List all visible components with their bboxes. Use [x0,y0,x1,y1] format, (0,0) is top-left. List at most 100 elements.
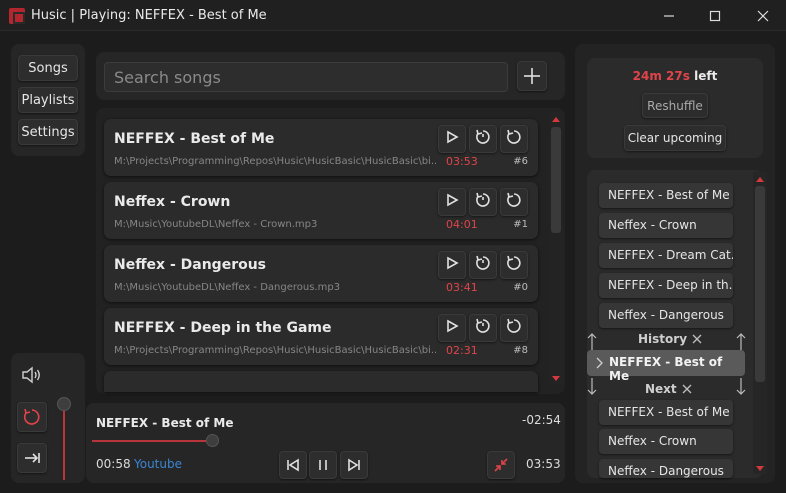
song-title: Neffex - Crown [114,194,231,210]
replay-once-icon [474,191,492,213]
queue-history-item[interactable]: NEFFEX - Dream Cat... [599,243,733,268]
clear-next-icon[interactable] [681,383,693,395]
skip-forward-icon [348,458,360,472]
previous-button[interactable] [279,451,307,479]
song-card-partial[interactable] [104,371,538,392]
play-icon [445,193,459,211]
loop-icon [505,254,523,276]
time-left-label: 24m 27s left [587,69,763,83]
queue-history-item[interactable]: NEFFEX - Best of Me [599,183,733,208]
queue-next-item[interactable]: Neffex - Crown [599,429,733,454]
time-left-suffix: left [694,69,718,83]
clear-upcoming-button[interactable]: Clear upcoming [624,125,726,151]
play-next-button[interactable] [469,251,497,279]
play-icon [445,319,459,337]
volume-slider-thumb[interactable] [57,397,71,411]
loop-icon [505,191,523,213]
queue-history-item[interactable]: Neffex - Crown [599,213,733,238]
scroll-down-arrow-icon[interactable] [552,376,560,381]
song-duration: 03:41 [446,281,478,294]
add-song-button[interactable] [517,61,547,91]
song-title: NEFFEX - Deep in the Game [114,320,332,336]
close-icon [757,10,769,21]
repeat-song-button[interactable] [500,314,528,342]
search-input[interactable] [104,62,508,92]
pause-icon [319,460,327,470]
song-card[interactable]: NEFFEX - Deep in the Game M:\Projects\Pro… [104,308,538,365]
song-card[interactable]: Neffex - Dangerous M:\Music\YoutubeDL\Nef… [104,245,538,302]
maximize-icon [709,10,721,21]
repeat-icon [23,408,40,425]
queue-scroll-down-icon[interactable] [756,466,764,471]
source-link[interactable]: Youtube [134,457,182,471]
queue-current-item[interactable]: NEFFEX - Best of Me [587,350,745,383]
song-title: NEFFEX - Best of Me [114,131,275,147]
volume-icon[interactable] [21,365,43,389]
song-index: #6 [513,156,528,167]
minimize-icon [664,14,674,17]
progress-thumb[interactable] [206,434,219,447]
close-button[interactable] [740,0,786,31]
play-song-button[interactable] [438,188,466,216]
play-icon [445,130,459,148]
play-song-button[interactable] [438,314,466,342]
repeat-song-button[interactable] [500,125,528,153]
arrow-right-bar-icon [25,453,40,463]
collapse-icon [494,458,508,472]
maximize-button[interactable] [692,0,738,31]
repeat-song-button[interactable] [500,188,528,216]
minimize-button[interactable] [646,0,692,31]
chevron-right-icon [596,357,603,369]
scroll-up-arrow-icon[interactable] [552,117,560,122]
reshuffle-button[interactable]: Reshuffle [642,93,708,118]
volume-slider-track[interactable] [63,408,65,480]
queue-next-item[interactable]: Neffex - Dangerous [599,459,733,478]
next-button[interactable] [340,451,368,479]
settings-button[interactable]: Settings [18,119,78,145]
song-path: M:\Music\YoutubeDL\Neffex - Crown.mp3 [114,219,318,230]
song-duration: 03:53 [446,155,478,168]
repeat-song-button[interactable] [500,251,528,279]
progress-fill [92,440,212,442]
play-song-button[interactable] [438,125,466,153]
remaining-time: -02:54 [522,413,561,427]
song-title: Neffex - Dangerous [114,257,267,273]
window-title: Husic | Playing: NEFFEX - Best of Me [31,8,267,23]
song-index: #1 [513,219,528,230]
play-song-button[interactable] [438,251,466,279]
next-mode-button[interactable] [17,443,47,473]
play-next-button[interactable] [469,125,497,153]
scroll-thumb[interactable] [551,127,561,233]
elapsed-time: 00:58 [96,457,131,471]
song-card[interactable]: NEFFEX - Best of Me M:\Projects\Programmi… [104,119,538,176]
play-next-button[interactable] [469,314,497,342]
history-label-text: History [638,332,688,346]
playlists-button[interactable]: Playlists [18,87,78,113]
songs-button[interactable]: Songs [18,55,78,81]
repeat-button[interactable] [17,402,47,432]
song-index: #8 [513,345,528,356]
pause-button[interactable] [309,451,337,479]
minimize-player-button[interactable] [487,451,515,479]
song-duration: 02:31 [446,344,478,357]
total-time: 03:53 [526,457,561,471]
next-label-text: Next [645,382,677,396]
song-card[interactable]: Neffex - Crown M:\Music\YoutubeDL\Neffex … [104,182,538,239]
replay-once-icon [474,254,492,276]
queue-next-item[interactable]: NEFFEX - Best of Me [599,400,733,425]
song-index: #0 [513,282,528,293]
clear-history-icon[interactable] [691,333,703,345]
history-label: History [638,332,703,346]
queue-history-item[interactable]: Neffex - Dangerous [599,303,733,328]
replay-once-icon [474,128,492,150]
song-path: M:\Projects\Programming\Repos\Husic\Husi… [114,345,436,356]
next-label: Next [645,382,693,396]
queue-history-item[interactable]: NEFFEX - Deep in th... [599,273,733,298]
next-down-arrow-right-icon [735,376,747,400]
queue-scroll-up-icon[interactable] [756,177,764,182]
loop-icon [505,317,523,339]
song-duration: 04:01 [446,218,478,231]
play-next-button[interactable] [469,188,497,216]
loop-icon [505,128,523,150]
queue-scroll-thumb[interactable] [755,186,765,382]
